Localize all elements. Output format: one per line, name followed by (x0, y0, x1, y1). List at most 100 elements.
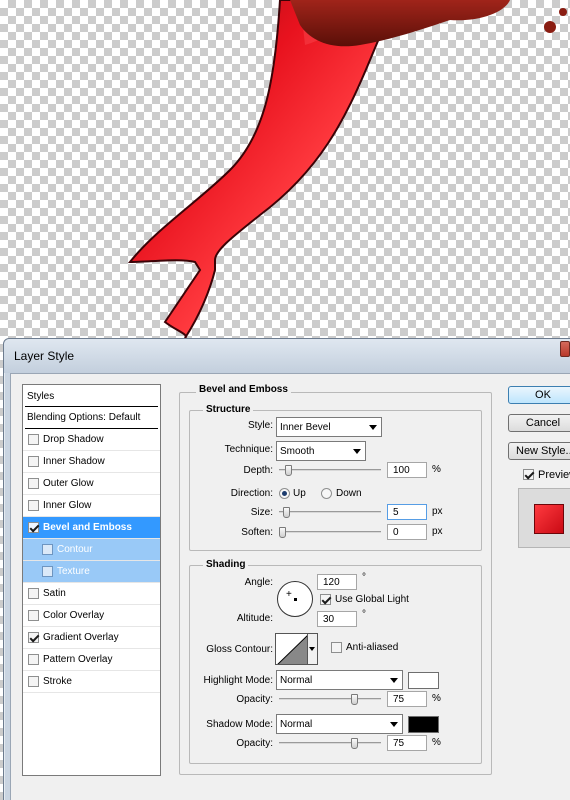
style-select-value: Inner Bevel (280, 422, 331, 433)
dialog-titlebar[interactable]: Layer Style (4, 339, 570, 373)
effect-checkbox[interactable] (28, 654, 39, 665)
size-slider[interactable] (279, 511, 381, 513)
size-slider-thumb[interactable] (283, 507, 290, 518)
highlight-mode-value: Normal (280, 675, 313, 686)
technique-select[interactable]: Smooth (276, 441, 366, 461)
shadow-opacity-thumb[interactable] (351, 738, 358, 749)
shadow-color-swatch[interactable] (408, 716, 439, 733)
effect-item-gradient-overlay[interactable]: Gradient Overlay (23, 627, 160, 649)
canvas-ribbon-artwork (127, 0, 567, 339)
effect-checkbox[interactable] (28, 632, 39, 643)
altitude-input[interactable]: 30 (317, 611, 357, 627)
gloss-contour-label: Gloss Contour: (206, 644, 273, 655)
effect-item-color-overlay[interactable]: Color Overlay (23, 605, 160, 627)
direction-label: Direction: (230, 488, 273, 499)
angle-dial[interactable]: + (277, 581, 313, 617)
effect-checkbox[interactable] (28, 434, 39, 445)
soften-slider[interactable] (279, 531, 381, 533)
effect-label: Inner Shadow (43, 456, 105, 467)
style-select[interactable]: Inner Bevel (276, 417, 382, 437)
effect-item-bevel-and-emboss[interactable]: Bevel and Emboss (23, 517, 160, 539)
style-preview-box (518, 488, 570, 548)
effect-item-stroke[interactable]: Stroke (23, 671, 160, 693)
use-global-light-checkbox[interactable] (320, 594, 331, 605)
soften-input[interactable]: 0 (387, 524, 427, 540)
anti-aliased-checkbox[interactable] (331, 642, 342, 653)
close-icon[interactable] (560, 341, 570, 357)
chevron-down-icon (309, 647, 315, 651)
shadow-opacity-input[interactable]: 75 (387, 735, 427, 751)
soften-slider-thumb[interactable] (279, 527, 286, 538)
highlight-color-swatch[interactable] (408, 672, 439, 689)
use-global-light-label: Use Global Light (335, 594, 409, 605)
depth-input[interactable]: 100 (387, 462, 427, 478)
blending-options-item[interactable]: Blending Options: Default (25, 407, 158, 429)
depth-slider[interactable] (279, 469, 381, 471)
effect-item-pattern-overlay[interactable]: Pattern Overlay (23, 649, 160, 671)
chevron-down-icon (353, 449, 361, 454)
direction-down-label: Down (336, 488, 362, 499)
shadow-mode-value: Normal (280, 719, 313, 730)
effect-label: Satin (43, 588, 66, 599)
dialog-title: Layer Style (14, 349, 75, 363)
soften-label: Soften: (241, 527, 273, 538)
effect-item-satin[interactable]: Satin (23, 583, 160, 605)
size-label: Size: (250, 507, 273, 518)
effect-checkbox[interactable] (28, 610, 39, 621)
effect-checkbox[interactable] (28, 500, 39, 511)
chevron-down-icon (390, 722, 398, 727)
effect-checkbox[interactable] (28, 456, 39, 467)
effect-label: Texture (57, 566, 90, 577)
highlight-mode-select[interactable]: Normal (276, 670, 403, 690)
new-style-button[interactable]: New Style... (508, 442, 570, 460)
effect-checkbox[interactable] (28, 676, 39, 687)
effect-label: Contour (57, 544, 93, 555)
gloss-contour-dropdown[interactable] (308, 633, 318, 665)
highlight-opacity-input[interactable]: 75 (387, 691, 427, 707)
effect-item-inner-shadow[interactable]: Inner Shadow (23, 451, 160, 473)
effect-checkbox[interactable] (28, 522, 39, 533)
effect-checkbox[interactable] (28, 588, 39, 599)
effect-item-outer-glow[interactable]: Outer Glow (23, 473, 160, 495)
shadow-mode-label: Shadow Mode: (206, 719, 273, 730)
shadow-opacity-slider[interactable] (279, 742, 381, 744)
effects-list: Drop Shadow Inner Shadow Outer Glow Inner G… (23, 429, 160, 693)
effect-item-inner-glow[interactable]: Inner Glow (23, 495, 160, 517)
effect-label: Outer Glow (43, 478, 94, 489)
direction-up-label: Up (293, 488, 306, 499)
layer-style-dialog: Layer Style Styles Blending Options: Def… (3, 338, 570, 800)
size-input[interactable]: 5 (387, 504, 427, 520)
styles-header[interactable]: Styles (25, 387, 158, 407)
direction-down-radio[interactable] (321, 488, 332, 499)
effect-checkbox[interactable] (28, 478, 39, 489)
effect-item-drop-shadow[interactable]: Drop Shadow (23, 429, 160, 451)
depth-slider-thumb[interactable] (285, 465, 292, 476)
effect-checkbox[interactable] (42, 566, 53, 577)
shadow-opacity-label: Opacity: (236, 738, 273, 749)
effect-checkbox[interactable] (42, 544, 53, 555)
shadow-mode-select[interactable]: Normal (276, 714, 403, 734)
style-label: Style: (247, 420, 273, 431)
angle-dial-center (294, 598, 297, 601)
cancel-button[interactable]: Cancel (508, 414, 570, 432)
preview-checkbox[interactable] (523, 469, 534, 480)
dialog-client-area: Styles Blending Options: Default Drop Sh… (10, 373, 570, 800)
depth-unit: % (432, 464, 441, 475)
preview-label: Preview (538, 469, 570, 481)
effect-label: Pattern Overlay (43, 654, 113, 665)
effect-item-texture[interactable]: Texture (23, 561, 160, 583)
gloss-contour-preview[interactable] (275, 633, 308, 665)
angle-input[interactable]: 120 (317, 574, 357, 590)
effect-label: Inner Glow (43, 500, 92, 511)
highlight-mode-label: Highlight Mode: (203, 675, 273, 686)
depth-label: Depth: (243, 465, 273, 476)
effect-label: Drop Shadow (43, 434, 104, 445)
angle-label: Angle: (244, 577, 273, 588)
highlight-opacity-slider[interactable] (279, 698, 381, 700)
technique-select-value: Smooth (280, 446, 315, 457)
effect-item-contour[interactable]: Contour (23, 539, 160, 561)
effect-label: Bevel and Emboss (43, 522, 132, 533)
highlight-opacity-thumb[interactable] (351, 694, 358, 705)
ok-button[interactable]: OK (508, 386, 570, 404)
direction-up-radio[interactable] (279, 488, 290, 499)
